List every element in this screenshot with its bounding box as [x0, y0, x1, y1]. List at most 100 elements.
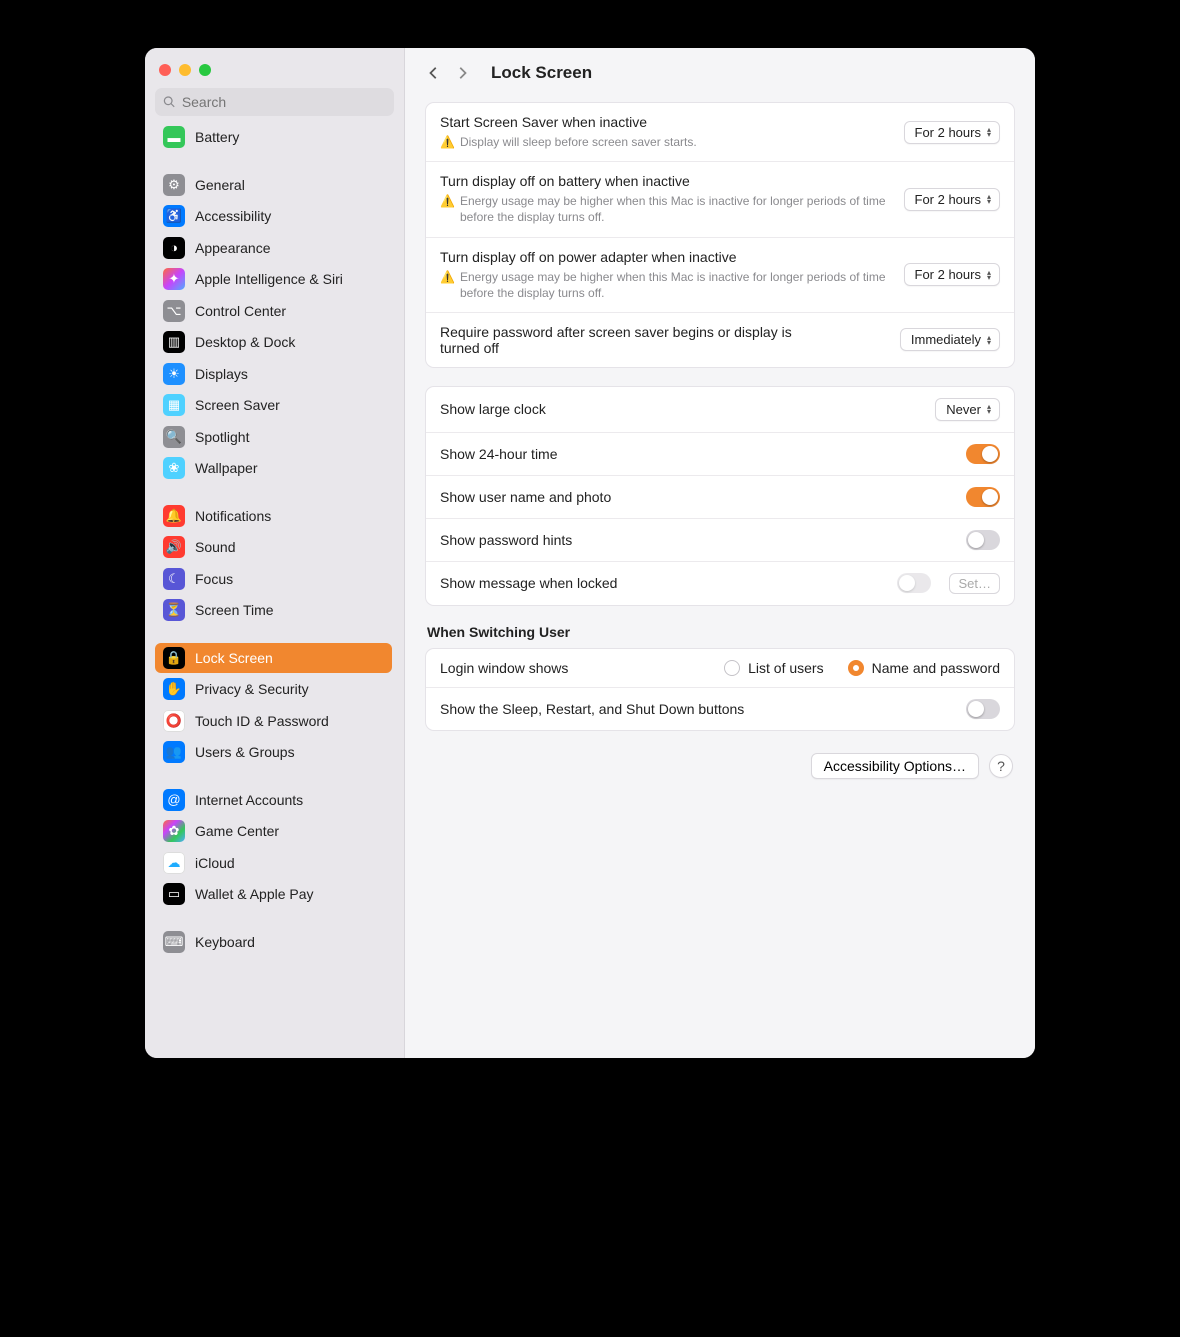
sidebar-item-screen-saver[interactable]: ▦ Screen Saver	[155, 390, 392, 420]
password-hints-toggle[interactable]	[966, 530, 1000, 550]
24hour-time-row: Show 24-hour time	[426, 433, 1014, 476]
row-title: Show message when locked	[440, 575, 887, 591]
select-value: For 2 hours	[915, 267, 981, 282]
search-field[interactable]	[155, 88, 394, 116]
sidebar-item-label: Sound	[195, 539, 235, 555]
sidebar-item-label: Screen Time	[195, 602, 274, 618]
login-list-radio[interactable]: List of users	[724, 660, 823, 676]
row-title: Show password hints	[440, 532, 956, 548]
24hour-time-toggle[interactable]	[966, 444, 1000, 464]
radio-dot-icon	[848, 660, 864, 676]
sidebar-item-label: Users & Groups	[195, 744, 295, 760]
touch-id-password-icon: ⭕	[163, 710, 185, 732]
timing-settings-group: Start Screen Saver when inactive ⚠️Displ…	[425, 102, 1015, 368]
keyboard-icon: ⌨	[163, 931, 185, 953]
game-center-icon: ✿	[163, 820, 185, 842]
sleep-restart-shutdown-toggle[interactable]	[966, 699, 1000, 719]
sidebar-item-spotlight[interactable]: 🔍Spotlight	[155, 422, 392, 452]
help-button[interactable]: ?	[989, 754, 1013, 778]
internet-accounts-icon: @	[163, 789, 185, 811]
sidebar-item-label: Battery	[195, 129, 239, 145]
chevron-right-icon	[455, 66, 469, 80]
sidebar-item-wallet-apple-pay[interactable]: ▭Wallet & Apple Pay	[155, 879, 392, 909]
display-off-battery-row: Turn display off on battery when inactiv…	[426, 162, 1014, 237]
warning-icon: ⚠️	[440, 193, 455, 209]
sidebar-item-sound[interactable]: 🔊 Sound	[155, 532, 392, 562]
header: Lock Screen	[405, 48, 1035, 94]
sidebar-item-wallpaper[interactable]: ❀Wallpaper	[155, 453, 392, 483]
sidebar-item-label: Keyboard	[195, 934, 255, 950]
desktop-dock-icon: ▥	[163, 331, 185, 353]
select-value: Immediately	[911, 332, 981, 347]
sidebar-item-control-center[interactable]: ⌥Control Center	[155, 296, 392, 326]
updown-icon: ▴▾	[987, 127, 991, 137]
screensaver-start-select[interactable]: For 2 hours ▴▾	[904, 121, 1001, 144]
sidebar-item-users-groups[interactable]: 👥Users & Groups	[155, 737, 392, 767]
sidebar-item-label: Privacy & Security	[195, 681, 309, 697]
select-value: For 2 hours	[915, 192, 981, 207]
large-clock-select[interactable]: Never ▴▾	[935, 398, 1000, 421]
sidebar-item-keyboard[interactable]: ⌨ Keyboard	[155, 927, 392, 957]
sidebar-item-battery[interactable]: ▬Battery	[155, 122, 392, 152]
switching-user-heading: When Switching User	[425, 624, 1015, 648]
lock-message-set-button[interactable]: Set…	[949, 573, 1000, 594]
row-title: Require password after screen saver begi…	[440, 324, 830, 356]
require-password-select[interactable]: Immediately ▴▾	[900, 328, 1000, 351]
sidebar-item-touch-id-password[interactable]: ⭕ Touch ID & Password	[155, 706, 392, 736]
focus-icon: ☾	[163, 568, 185, 590]
sidebar-item-apple-intelligence-siri[interactable]: ✦Apple Intelligence & Siri	[155, 264, 392, 294]
updown-icon: ▴▾	[987, 270, 991, 280]
sidebar-item-label: Touch ID & Password	[195, 713, 329, 729]
sidebar-item-label: Screen Saver	[195, 397, 280, 413]
require-password-row: Require password after screen saver begi…	[426, 313, 1014, 367]
close-window-button[interactable]	[159, 64, 171, 76]
select-value: For 2 hours	[915, 125, 981, 140]
back-button[interactable]	[423, 62, 445, 84]
sidebar-item-game-center[interactable]: ✿Game Center	[155, 816, 392, 846]
updown-icon: ▴▾	[987, 335, 991, 345]
sidebar-item-appearance[interactable]: ◑Appearance	[155, 233, 392, 263]
sidebar-item-notifications[interactable]: 🔔Notifications	[155, 501, 392, 531]
minimize-window-button[interactable]	[179, 64, 191, 76]
sidebar-item-privacy-security[interactable]: ✋Privacy & Security	[155, 674, 392, 704]
sidebar-item-label: Lock Screen	[195, 650, 273, 666]
radio-dot-icon	[724, 660, 740, 676]
radio-label: List of users	[748, 660, 823, 676]
display-off-power-select[interactable]: For 2 hours ▴▾	[904, 263, 1001, 286]
row-title: Start Screen Saver when inactive	[440, 114, 894, 130]
row-title: Show user name and photo	[440, 489, 956, 505]
updown-icon: ▴▾	[987, 404, 991, 414]
content-pane: Lock Screen Start Screen Saver when inac…	[405, 48, 1035, 1058]
login-namepassword-radio[interactable]: Name and password	[848, 660, 1000, 676]
sound-icon: 🔊	[163, 536, 185, 558]
accessibility-options-button[interactable]: Accessibility Options…	[811, 753, 979, 779]
show-username-toggle[interactable]	[966, 487, 1000, 507]
forward-button[interactable]	[451, 62, 473, 84]
clock-settings-group: Show large clock Never ▴▾ Show 24-hour t…	[425, 386, 1015, 606]
sidebar-item-label: Notifications	[195, 508, 271, 524]
search-input[interactable]	[182, 94, 386, 110]
row-title: Login window shows	[440, 660, 568, 676]
sidebar-item-displays[interactable]: ☀Displays	[155, 359, 392, 389]
lock-message-row: Show message when locked Set…	[426, 562, 1014, 605]
password-hints-row: Show password hints	[426, 519, 1014, 562]
sidebar-item-icloud[interactable]: ☁iCloud	[155, 848, 392, 878]
sidebar-item-label: Wallpaper	[195, 460, 258, 476]
appearance-icon: ◑	[163, 237, 185, 259]
lock-message-toggle[interactable]	[897, 573, 931, 593]
screen-saver-icon: ▦	[163, 394, 185, 416]
sidebar-item-screen-time[interactable]: ⏳ Screen Time	[155, 595, 392, 625]
updown-icon: ▴▾	[987, 194, 991, 204]
display-off-battery-select[interactable]: For 2 hours ▴▾	[904, 188, 1001, 211]
screen-time-icon: ⏳	[163, 599, 185, 621]
sidebar-item-desktop-dock[interactable]: ▥Desktop & Dock	[155, 327, 392, 357]
sidebar-item-lock-screen[interactable]: 🔒 Lock Screen	[155, 643, 392, 673]
sidebar-item-focus[interactable]: ☾Focus	[155, 564, 392, 594]
zoom-window-button[interactable]	[199, 64, 211, 76]
sidebar-item-general[interactable]: ⚙General	[155, 170, 392, 200]
footer: Accessibility Options… ?	[425, 749, 1015, 783]
sidebar-item-internet-accounts[interactable]: @Internet Accounts	[155, 785, 392, 815]
lock-screen-icon: 🔒	[163, 647, 185, 669]
display-off-power-row: Turn display off on power adapter when i…	[426, 238, 1014, 313]
sidebar-item-accessibility[interactable]: ♿Accessibility	[155, 201, 392, 231]
